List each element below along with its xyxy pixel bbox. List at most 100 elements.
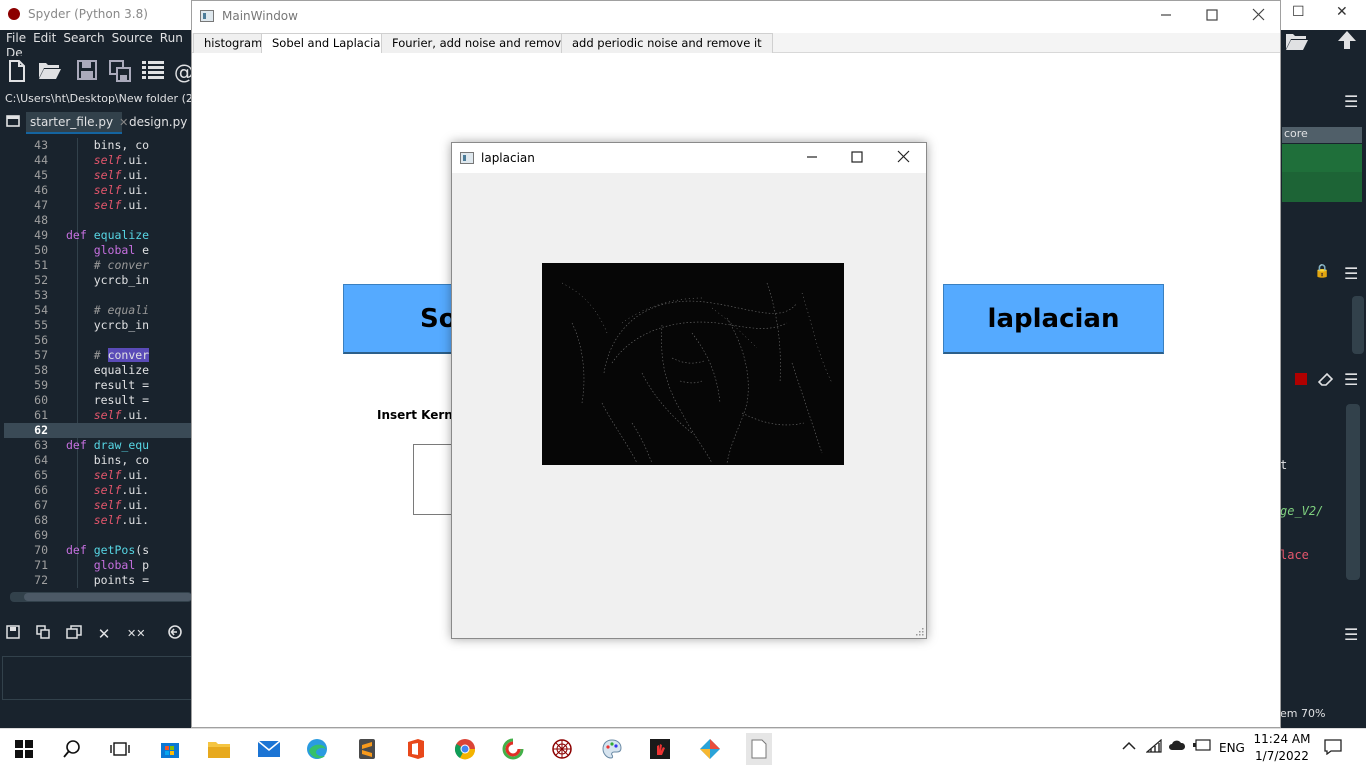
variable-row[interactable] (1282, 172, 1362, 202)
office-icon[interactable] (404, 737, 428, 761)
battery-power-icon[interactable] (1192, 739, 1212, 755)
tab-fourier[interactable]: Fourier, add noise and remove it (381, 33, 591, 53)
editor-browse-tabs-icon[interactable] (2, 112, 22, 134)
code-line[interactable]: 53 (4, 288, 192, 303)
menu-edit[interactable]: Edit (33, 30, 56, 45)
code-line[interactable]: 68 self.ui. (4, 513, 192, 528)
maximize-icon[interactable]: ☐ (1292, 4, 1305, 20)
code-line[interactable]: 61 self.ui. (4, 408, 192, 423)
save-icon[interactable] (75, 60, 99, 84)
start-windows-icon[interactable] (12, 737, 36, 761)
eraser-icon[interactable] (1317, 370, 1334, 391)
tab-periodic-noise[interactable]: add periodic noise and remove it (561, 33, 773, 53)
code-line[interactable]: 45 self.ui. (4, 168, 192, 183)
code-line[interactable]: 57 # conver (4, 348, 192, 363)
code-line[interactable]: 50 global e (4, 243, 192, 258)
code-line[interactable]: 51 # conver (4, 258, 192, 273)
close-button[interactable] (1235, 1, 1281, 31)
save-all-icon[interactable] (108, 60, 132, 84)
vertical-scrollbar[interactable] (1346, 404, 1360, 580)
back-arrow-icon[interactable] (166, 625, 184, 643)
editor-tab-design[interactable]: design.py✕ (125, 112, 192, 134)
code-line[interactable]: 49 def equalize (4, 228, 192, 243)
menu-source[interactable]: Source (112, 30, 153, 45)
task-view-icon[interactable] (108, 737, 132, 761)
spyder-web-icon[interactable] (550, 737, 574, 761)
code-editor[interactable]: 43 bins, co 44 self.ui. 45 self.ui. 46 self… (4, 138, 192, 588)
code-line[interactable]: 71 global p (4, 558, 192, 573)
code-line[interactable]: 70 def getPos(s (4, 543, 192, 558)
scrollbar-thumb[interactable] (24, 593, 192, 601)
open-folder-icon[interactable] (38, 60, 62, 84)
clock-time[interactable]: 11:24 AM (1252, 732, 1312, 746)
onedrive-cloud-icon[interactable] (1168, 739, 1186, 755)
close-button[interactable] (880, 143, 926, 173)
code-line[interactable]: 47 self.ui. (4, 198, 192, 213)
hand-app-icon[interactable] (648, 737, 672, 761)
console-area[interactable] (2, 656, 192, 700)
vertical-scrollbar[interactable] (1352, 296, 1364, 354)
code-line[interactable]: 46 self.ui. (4, 183, 192, 198)
anaconda-icon[interactable] (501, 737, 525, 761)
code-line[interactable]: 55 ycrcb_in (4, 318, 192, 333)
close-all-icon[interactable]: ✕✕ (127, 625, 145, 643)
input-language[interactable]: ENG (1219, 741, 1245, 755)
variable-row[interactable] (1282, 144, 1362, 172)
code-line[interactable]: 59 result = (4, 378, 192, 393)
notepad-icon[interactable] (746, 733, 772, 765)
network-wifi-icon[interactable] (1145, 738, 1162, 757)
copy-icon[interactable] (65, 625, 83, 643)
code-line[interactable]: 63 def draw_equ (4, 438, 192, 453)
variable-explorer-header[interactable]: core (1282, 127, 1362, 143)
code-line[interactable]: 69 (4, 528, 192, 543)
save-icon[interactable] (4, 625, 22, 643)
edge-browser-icon[interactable] (305, 737, 329, 761)
menu-search[interactable]: Search (63, 30, 104, 45)
paint-palette-icon[interactable] (600, 737, 624, 761)
chrome-icon[interactable] (453, 737, 477, 761)
file-explorer-icon[interactable] (207, 737, 231, 761)
pane-menu-icon[interactable]: ☰ (1344, 264, 1358, 283)
code-line[interactable]: 58 equalize (4, 363, 192, 378)
up-arrow-icon[interactable] (1336, 29, 1358, 56)
tray-chevron-up-icon[interactable] (1122, 739, 1136, 755)
git-diamond-icon[interactable] (698, 737, 722, 761)
pane-menu-icon[interactable]: ☰ (1344, 370, 1358, 389)
clock-date[interactable]: 1/7/2022 (1252, 749, 1312, 763)
code-line[interactable]: 52 ycrcb_in (4, 273, 192, 288)
open-folder-icon[interactable] (1285, 31, 1309, 56)
code-line[interactable]: 66 self.ui. (4, 483, 192, 498)
pane-menu-icon[interactable]: ☰ (1344, 625, 1358, 644)
at-icon[interactable]: @ (174, 60, 192, 84)
code-line[interactable]: 65 self.ui. (4, 468, 192, 483)
code-line[interactable]: 54 # equali (4, 303, 192, 318)
menu-file[interactable]: File (6, 30, 26, 45)
search-icon[interactable] (60, 737, 84, 761)
code-line[interactable]: 43 bins, co (4, 138, 192, 153)
laplacian-button[interactable]: laplacian (943, 284, 1164, 354)
stop-icon[interactable] (1294, 370, 1308, 391)
code-line[interactable]: 56 (4, 333, 192, 348)
close-icon[interactable]: ✕ (1336, 4, 1348, 20)
editor-horizontal-scrollbar[interactable] (10, 592, 192, 602)
code-line[interactable]: 72 points = (4, 573, 192, 588)
laplacian-titlebar[interactable]: laplacian (452, 143, 926, 173)
minimize-button[interactable] (789, 143, 835, 173)
outline-list-icon[interactable] (141, 60, 165, 84)
tab-sobel-and-laplacian[interactable]: Sobel and Laplacian (261, 33, 399, 54)
editor-tab-starter-file[interactable]: starter_file.py ✕ (26, 112, 128, 134)
sublime-text-icon[interactable] (355, 737, 379, 761)
resize-grip-icon[interactable] (916, 628, 924, 636)
maximize-button[interactable] (834, 143, 880, 173)
working-directory-path[interactable]: C:\Users\ht\Desktop\New folder (2)\pr (0, 92, 192, 108)
minimize-button[interactable] (1143, 1, 1189, 31)
new-file-icon[interactable] (5, 60, 29, 84)
code-line[interactable]: 44 self.ui. (4, 153, 192, 168)
code-line[interactable]: 62 (4, 423, 192, 438)
pane-menu-icon[interactable]: ☰ (1344, 92, 1358, 111)
microsoft-store-icon[interactable] (158, 737, 182, 761)
save-all-icon[interactable] (34, 625, 52, 643)
lock-icon[interactable]: 🔒 (1314, 264, 1330, 279)
menu-run[interactable]: Run (160, 30, 183, 45)
code-line[interactable]: 48 (4, 213, 192, 228)
